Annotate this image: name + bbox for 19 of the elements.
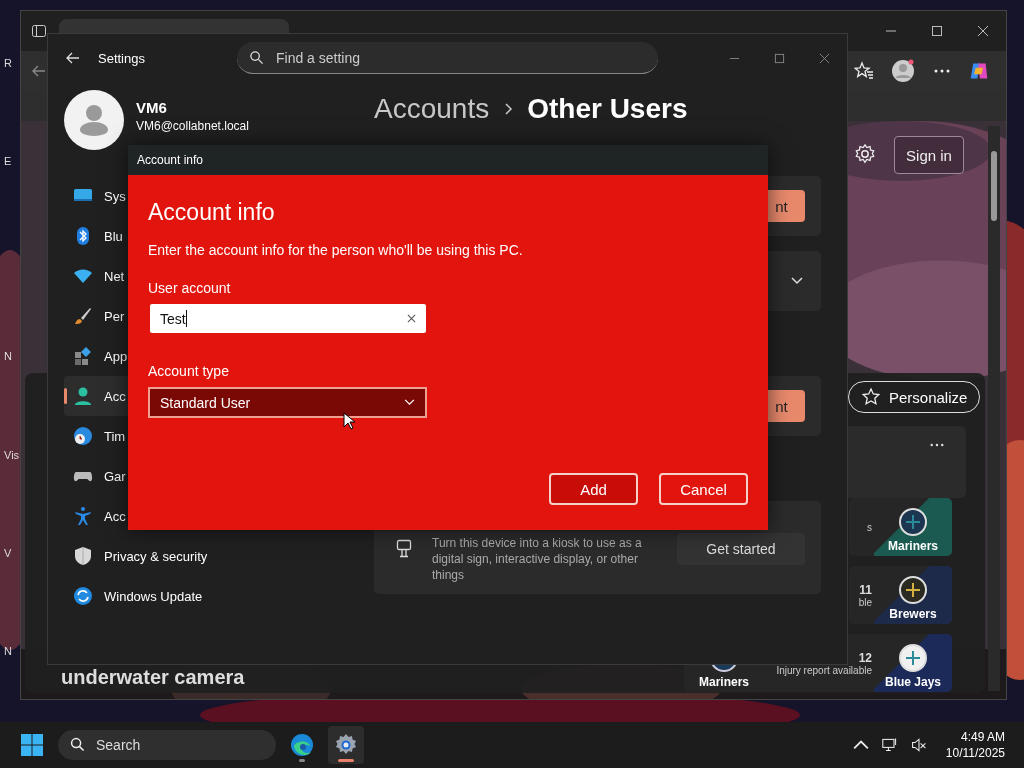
field-label: Account type (148, 363, 230, 379)
game-status: Injury report available (776, 664, 872, 676)
dialog-heading: Account info (148, 199, 276, 226)
game-status: ble (858, 596, 872, 608)
game-status: s (867, 521, 872, 533)
user-name: VM6 (136, 99, 168, 116)
dialog-description: Enter the account info for the person who'll be using this PC. (148, 242, 524, 258)
team-name: Mariners (888, 539, 938, 553)
dialog-title: Account info (137, 153, 204, 167)
field-label: User account (148, 280, 232, 296)
team-name: Mariners (699, 675, 749, 689)
page-title: Other Users (527, 93, 688, 125)
user-email: VM6@collabnet.local (136, 119, 249, 133)
score-text: 12 (858, 650, 872, 665)
window-title: Settings (98, 50, 146, 66)
score-text: 11 (859, 582, 872, 597)
card-description: Turn this device into a kiosk to use as a digital sign, interactive display, or other things (432, 535, 643, 583)
team-name: Brewers (889, 607, 937, 621)
team-name: Blue Jays (884, 675, 941, 689)
